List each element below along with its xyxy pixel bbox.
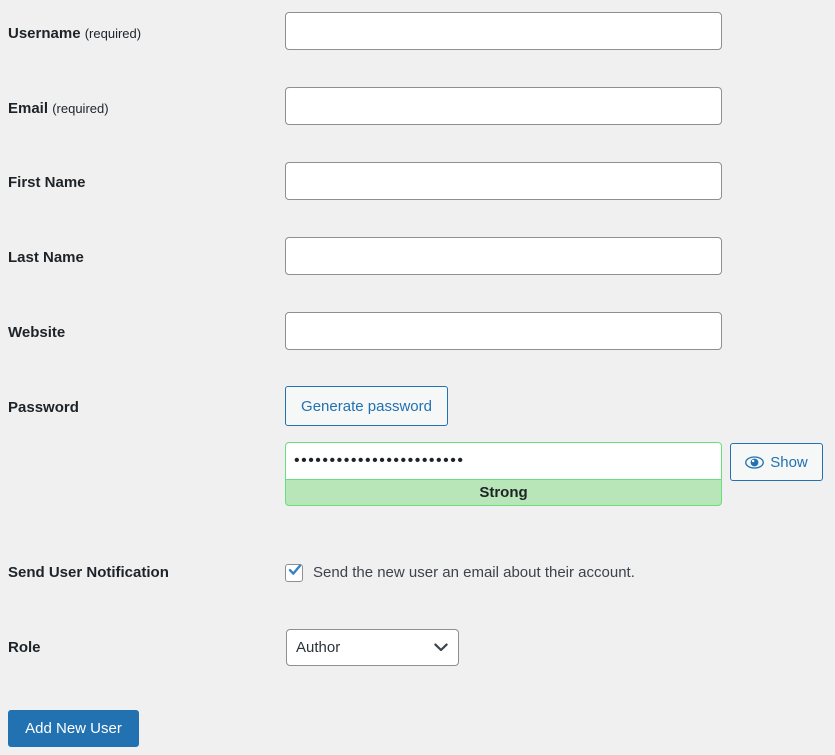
label-send-user-notification-text: Send User Notification [8,564,169,581]
send-notification-checkbox[interactable] [285,563,303,582]
label-username-text: Username [8,25,81,42]
field-first-name [285,162,722,200]
label-email: Email (required) [8,99,109,119]
username-input[interactable] [285,12,722,50]
toggle-password-label: Show [770,453,808,471]
label-email-text: Email [8,100,49,117]
role-select-value: Author [296,639,341,656]
label-username-required: (required) [84,26,142,41]
label-last-name-text: Last Name [8,249,84,266]
label-send-user-notification: Send User Notification [8,563,169,583]
field-last-name [285,237,722,275]
send-notification-checkbox-row[interactable]: Send the new user an email about their a… [285,563,635,583]
checkmark-icon [288,563,302,577]
password-strength-indicator: Strong [285,479,722,506]
label-website-text: Website [8,324,66,341]
send-notification-checkbox-label: Send the new user an email about their a… [313,564,635,581]
password-input[interactable] [285,442,722,480]
label-password-text: Password [8,399,79,416]
first-name-input[interactable] [285,162,722,200]
field-website [285,312,722,350]
label-first-name-text: First Name [8,174,86,191]
label-role-text: Role [8,639,41,656]
add-new-user-button[interactable]: Add New User [8,710,139,747]
website-input[interactable] [285,312,722,350]
label-last-name: Last Name [8,248,84,268]
password-field-group: Strong [285,442,722,506]
role-select[interactable]: Author [286,629,459,666]
label-password: Password [8,398,79,418]
label-role: Role [8,638,41,658]
label-email-required: (required) [52,101,109,116]
label-first-name: First Name [8,173,86,193]
chevron-down-icon [434,643,458,652]
label-website: Website [8,323,65,343]
email-input[interactable] [285,87,722,125]
eye-icon [745,455,765,469]
label-username: Username (required) [8,24,141,44]
field-email [285,87,722,125]
toggle-password-visibility-button[interactable]: Show [730,443,823,481]
last-name-input[interactable] [285,237,722,275]
generate-password-button[interactable]: Generate password [285,386,448,426]
field-username [285,12,722,50]
